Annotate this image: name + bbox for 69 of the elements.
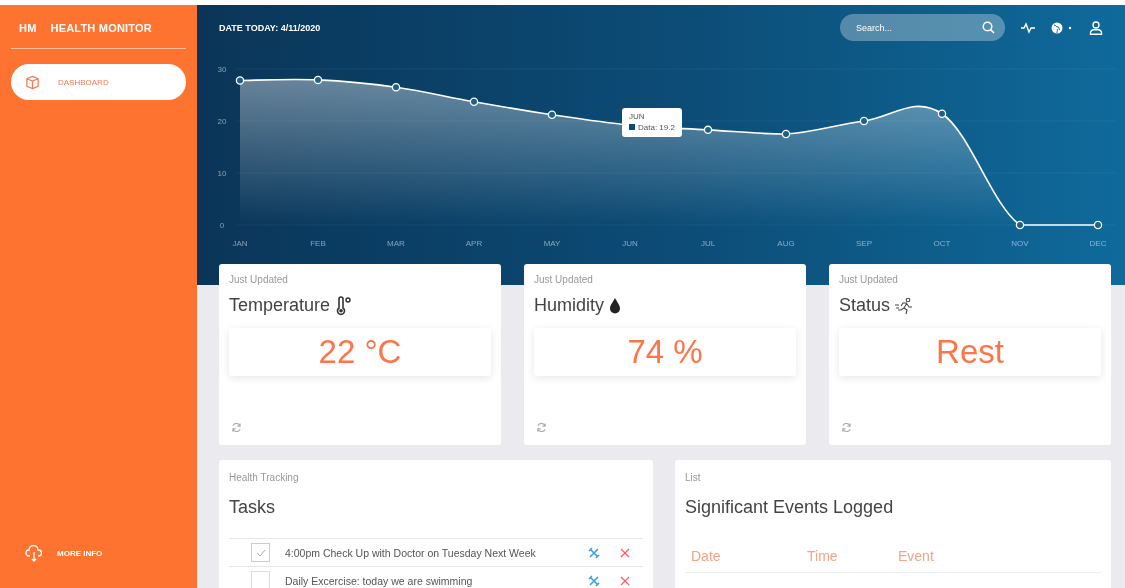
delete-icon[interactable] <box>620 547 630 558</box>
axis-tick-label: 30 <box>217 65 227 74</box>
data-point[interactable] <box>859 116 869 126</box>
reading-value: Rest <box>936 333 1004 371</box>
brand-title: HEALTH MONITOR <box>50 22 152 34</box>
task-text: Daily Excercise: today we are swimming <box>285 574 474 587</box>
axis-tick-label: JUN <box>622 239 638 248</box>
user-icon[interactable] <box>1089 20 1103 35</box>
data-point[interactable] <box>1093 220 1103 230</box>
nav-item[interactable]: DASHBOARD <box>11 64 186 100</box>
data-point[interactable] <box>781 129 791 139</box>
axis-tick-label: 10 <box>217 169 227 178</box>
data-point[interactable] <box>469 97 479 106</box>
tooltip-title: JUN <box>629 111 646 123</box>
brand-logo: HM <box>19 22 37 34</box>
delete-icon[interactable] <box>620 575 630 586</box>
card-caption: Just Updated <box>229 274 288 285</box>
pulse-icon[interactable] <box>1021 21 1035 34</box>
task-checkbox[interactable] <box>251 543 270 562</box>
search-input[interactable]: Search... <box>854 21 982 34</box>
card-title: Temperature <box>229 295 331 316</box>
axis-tick-label: JAN <box>232 239 248 248</box>
column-header: Date <box>691 548 721 564</box>
column-header: Event <box>898 548 934 564</box>
axis-tick-label: AUG <box>777 239 795 248</box>
axis-tick-label: OCT <box>933 239 951 248</box>
axis-tick-label: MAR <box>387 239 405 248</box>
cloud-download-icon <box>25 544 43 562</box>
axis-tick-label: FEB <box>310 239 326 248</box>
card-title: Tasks <box>229 497 275 518</box>
data-point[interactable] <box>235 76 245 85</box>
axis-tick-label: 20 <box>217 117 227 126</box>
card-caption: Just Updated <box>534 274 593 285</box>
axis-tick-label: DEC <box>1089 239 1107 248</box>
data-point[interactable] <box>703 125 713 135</box>
running-figure-icon <box>894 296 915 315</box>
axis-tick-label: MAY <box>543 239 561 248</box>
reading-value: 74 % <box>627 333 703 371</box>
axis-tick-label: SEP <box>856 239 872 248</box>
card-caption: Just Updated <box>839 274 898 285</box>
card-caption: List <box>685 472 701 483</box>
axis-tick-label: 0 <box>219 221 225 230</box>
data-point[interactable] <box>313 75 323 85</box>
task-text: 4:00pm Check Up with Doctor on Tuesday Next Week <box>285 546 537 559</box>
reading-value: 22 °C <box>318 333 402 371</box>
axis-tick-label: JUL <box>700 239 716 248</box>
search-icon <box>982 21 995 34</box>
card-title: Significant Events Logged <box>685 497 894 518</box>
card-title: Status <box>839 295 891 316</box>
axis-tick-label: NOV <box>1011 239 1029 248</box>
column-header: Time <box>807 548 838 564</box>
more-info-link[interactable]: MORE INFO <box>11 544 186 562</box>
data-point[interactable] <box>391 82 401 92</box>
drop-icon <box>608 296 622 315</box>
tools-icon[interactable] <box>588 546 600 559</box>
search-field[interactable]: Search... <box>840 14 1005 41</box>
data-point[interactable] <box>1015 220 1025 230</box>
cube-icon <box>25 74 40 90</box>
card-caption: Health Tracking <box>229 472 299 483</box>
globe-icon[interactable] <box>1051 20 1073 35</box>
tooltip-value: Data: 19.2 <box>629 122 675 134</box>
card-title: Humidity <box>534 295 604 316</box>
task-checkbox[interactable] <box>251 571 270 588</box>
check-icon <box>255 548 266 557</box>
tools-icon[interactable] <box>588 574 600 587</box>
axis-tick-label: APR <box>465 239 483 248</box>
data-point[interactable] <box>547 110 557 119</box>
data-point[interactable] <box>937 109 947 118</box>
date-label: DATE TODAY: 4/11/2020 <box>219 22 322 33</box>
